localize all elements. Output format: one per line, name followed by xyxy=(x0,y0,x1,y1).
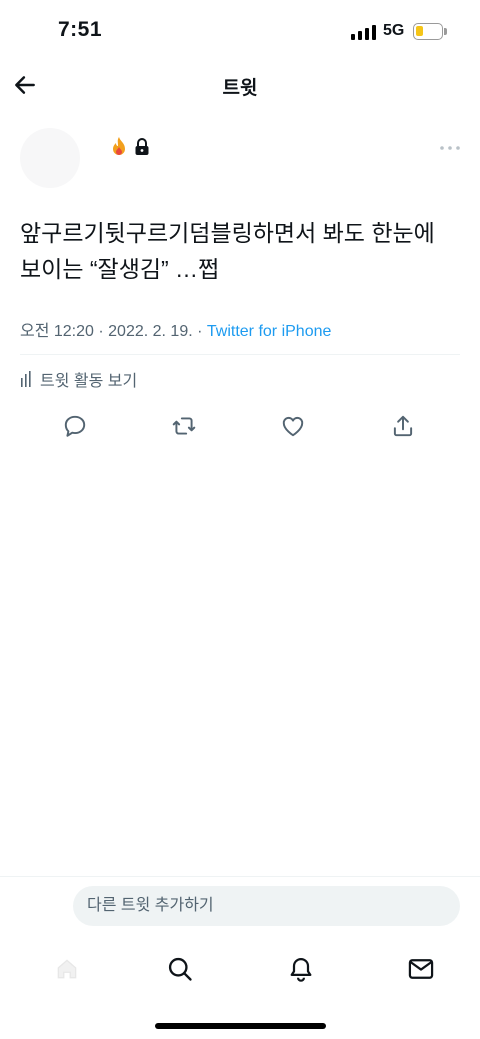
activity-label: 트윗 활동 보기 xyxy=(40,373,138,390)
share-button[interactable] xyxy=(385,408,421,444)
home-icon xyxy=(57,959,77,979)
lock-icon xyxy=(135,138,149,155)
like-button[interactable] xyxy=(275,408,311,444)
page-title: 트윗 xyxy=(222,78,258,99)
reply-input[interactable] xyxy=(73,886,460,926)
reply-icon xyxy=(64,415,86,437)
avatar[interactable] xyxy=(20,128,80,188)
tab-home[interactable] xyxy=(50,952,84,986)
tweet-text-line-2: 보이는 “잘생김” …쩝 xyxy=(20,256,220,282)
tweet-source-link[interactable]: Twitter for iPhone xyxy=(207,323,332,340)
author-row xyxy=(20,128,460,192)
tweet-meta: 오전 12:20 · 2022. 2. 19. · Twitter for iP… xyxy=(20,317,331,341)
mail-icon xyxy=(408,959,434,979)
battery-icon xyxy=(413,23,443,40)
tab-notifications[interactable] xyxy=(284,952,318,986)
status-bar: 7:51 5G xyxy=(0,0,480,60)
signal-icon xyxy=(351,24,377,40)
tweet-text: 앞구르기뒷구르기덤블링하면서 봐도 한눈에 보이는 “잘생김” …쩝 xyxy=(20,215,465,287)
back-button[interactable] xyxy=(10,70,40,100)
search-icon xyxy=(168,957,192,981)
meta-separator: · xyxy=(192,323,207,340)
view-activity-link[interactable]: 트윗 활동 보기 xyxy=(20,367,137,391)
home-indicator xyxy=(155,1023,326,1029)
tweet-actions xyxy=(20,408,460,444)
more-button[interactable] xyxy=(438,136,462,160)
network-label: 5G xyxy=(383,22,405,39)
tweet-date: 2022. 2. 19. xyxy=(108,323,193,340)
meta-separator: · xyxy=(93,323,109,340)
reply-button[interactable] xyxy=(57,408,93,444)
flame-emoji-icon xyxy=(113,137,125,155)
tweet-text-line-1: 앞구르기뒷구르기덤블링하면서 봐도 한눈에 xyxy=(20,220,435,246)
retweet-button[interactable] xyxy=(166,408,202,444)
tab-messages[interactable] xyxy=(404,952,438,986)
arrow-left-icon xyxy=(15,76,35,94)
bar-chart-icon xyxy=(21,371,31,387)
battery-cap xyxy=(444,28,447,35)
status-time: 7:51 xyxy=(58,18,103,41)
more-dots-icon xyxy=(440,146,460,150)
author-badges xyxy=(110,136,150,158)
heart-icon xyxy=(282,416,304,437)
tab-search[interactable] xyxy=(163,952,197,986)
nav-header: 트윗 xyxy=(0,62,480,108)
bottom-tab-bar xyxy=(0,946,480,990)
retweet-icon xyxy=(172,417,196,435)
divider xyxy=(20,354,460,355)
tweet-time: 오전 12:20 xyxy=(20,323,94,340)
share-icon xyxy=(393,415,413,437)
reply-divider xyxy=(0,876,480,877)
bell-icon xyxy=(290,957,312,982)
